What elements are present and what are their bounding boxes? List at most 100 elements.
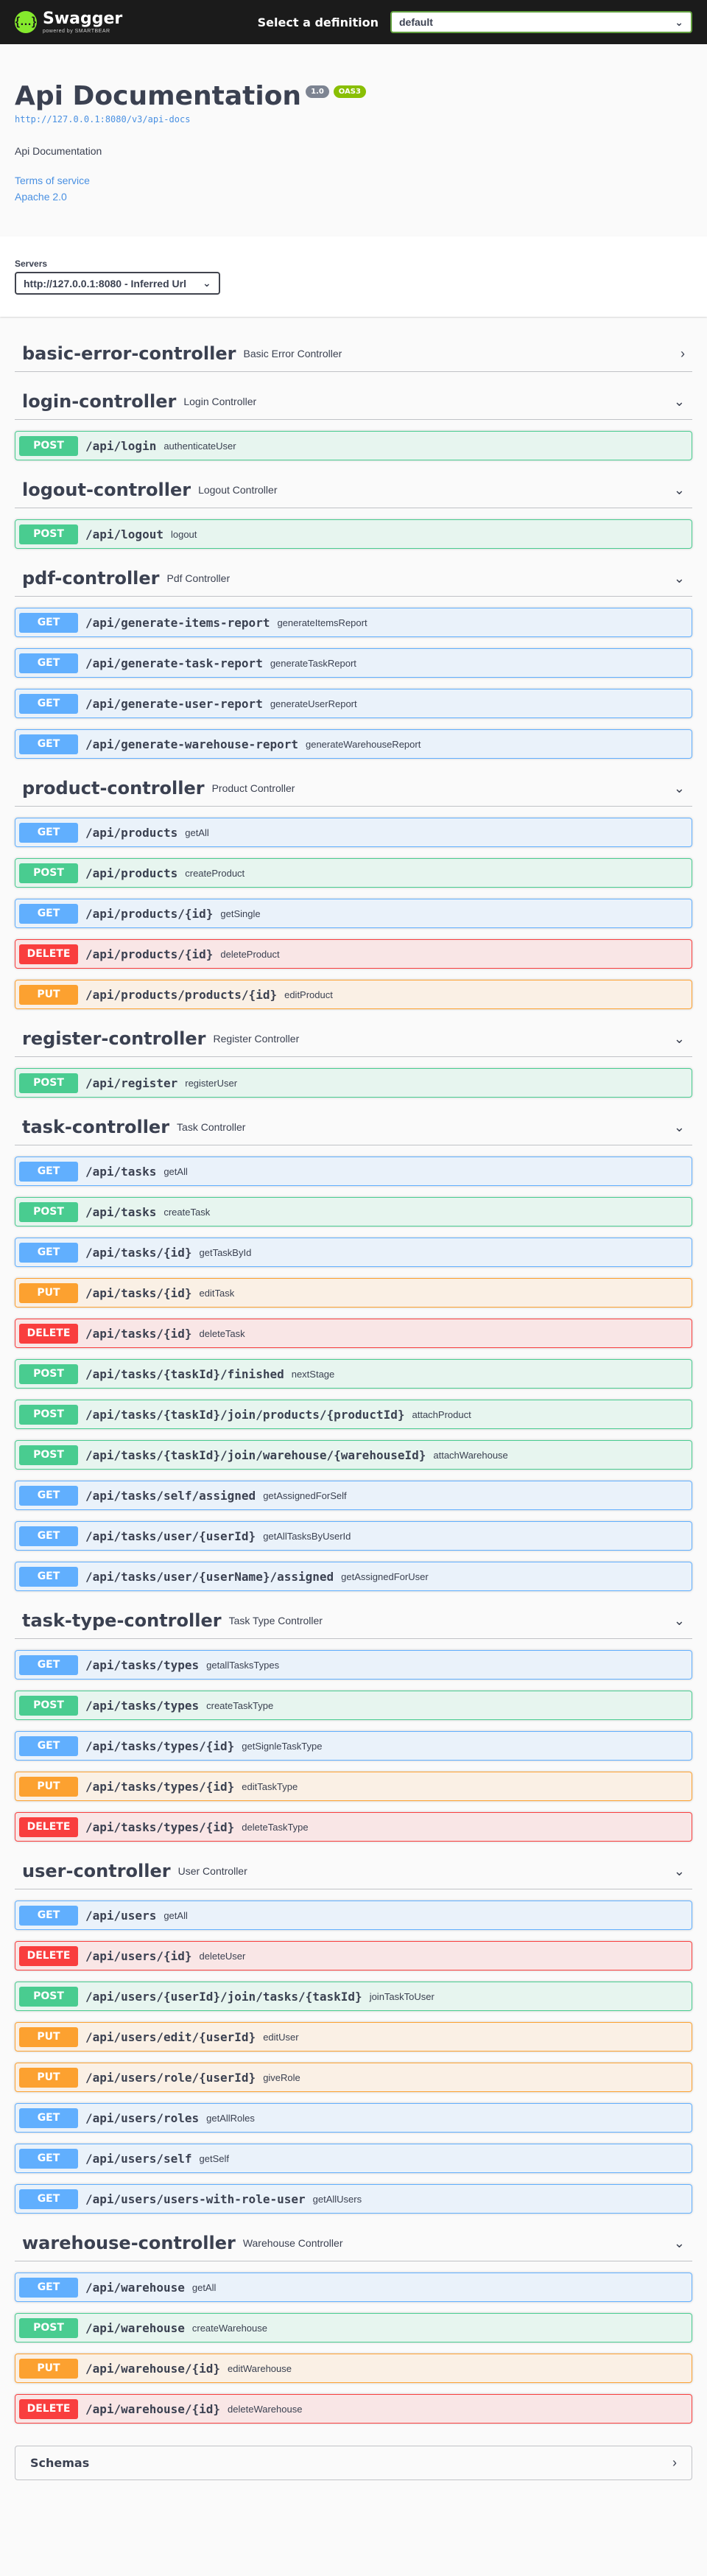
operation-path: /api/products (85, 866, 178, 880)
operation-summary: getAll (163, 1165, 188, 1177)
operation-row[interactable]: GET/api/tasks/types/{id} getSignleTaskTyp… (15, 1731, 692, 1761)
operation-row[interactable]: DELETE/api/warehouse/{id} deleteWarehouse (15, 2394, 692, 2424)
operation-summary: getAllRoles (206, 2112, 255, 2124)
tag-register-controller[interactable]: register-controller Register Controller ⌄ (15, 1021, 692, 1057)
chevron-down-icon[interactable]: ⌄ (674, 394, 685, 410)
operation-path: /api/generate-warehouse-report (85, 737, 298, 751)
operation-row[interactable]: GET/api/tasks/{id} getTaskById (15, 1238, 692, 1267)
chevron-down-icon[interactable]: ⌄ (674, 1864, 685, 1879)
chevron-down-icon[interactable]: ⌄ (674, 571, 685, 586)
operation-row[interactable]: POST/api/users/{userId}/join/tasks/{task… (15, 1982, 692, 2011)
chevron-down-icon[interactable]: ⌄ (674, 2236, 685, 2251)
operation-row[interactable]: GET/api/products/{id} getSingle (15, 899, 692, 928)
operation-row[interactable]: POST/api/tasks/types createTaskType (15, 1691, 692, 1720)
operation-row[interactable]: POST/api/register registerUser (15, 1068, 692, 1098)
chevron-down-icon[interactable]: ⌄ (674, 781, 685, 796)
swagger-logo[interactable]: {…} Swagger powered by SMARTBEAR (15, 9, 123, 34)
chevron-right-icon[interactable]: › (680, 346, 685, 362)
operation-row[interactable]: DELETE/api/products/{id} deleteProduct (15, 939, 692, 969)
operation-row[interactable]: GET/api/tasks/types getallTasksTypes (15, 1650, 692, 1680)
operation-path: /api/tasks/{taskId}/join/warehouse/{ware… (85, 1447, 426, 1462)
operation-row[interactable]: POST/api/login authenticateUser (15, 431, 692, 460)
method-badge: PUT (19, 984, 78, 1005)
tag-product-controller[interactable]: product-controller Product Controller ⌄ (15, 771, 692, 807)
method-badge: POST (19, 435, 78, 456)
method-badge: GET (19, 2189, 78, 2209)
operation-summary: getSelf (199, 2152, 229, 2164)
tag-warehouse-controller[interactable]: warehouse-controller Warehouse Controller… (15, 2225, 692, 2261)
operation-row[interactable]: GET/api/tasks getAll (15, 1157, 692, 1186)
method-badge: POST (19, 1073, 78, 1093)
operation-row[interactable]: GET/api/tasks/user/{userName}/assigned ge… (15, 1562, 692, 1591)
operation-row[interactable]: DELETE/api/tasks/{id} deleteTask (15, 1319, 692, 1348)
method-badge: GET (19, 2277, 78, 2298)
tag-task-controller[interactable]: task-controller Task Controller ⌄ (15, 1109, 692, 1145)
operation-path: /api/users (85, 1908, 157, 1923)
license-link[interactable]: Apache 2.0 (15, 191, 692, 203)
schemas-section[interactable]: Schemas › (15, 2446, 692, 2480)
operation-path: /api/tasks/{id} (85, 1285, 192, 1300)
logo-title: Swagger (43, 9, 123, 28)
operations-list: basic-error-controller Basic Error Contro… (0, 317, 707, 2495)
operation-row[interactable]: GET/api/products getAll (15, 818, 692, 847)
operation-row[interactable]: GET/api/generate-items-report generateIte… (15, 608, 692, 637)
tag-description: Login Controller (183, 396, 257, 407)
operation-row[interactable]: GET/api/users/users-with-role-user getAll… (15, 2184, 692, 2214)
tag-logout-controller[interactable]: logout-controller Logout Controller ⌄ (15, 472, 692, 508)
chevron-down-icon[interactable]: ⌄ (674, 482, 685, 498)
operation-row[interactable]: POST/api/tasks/{taskId}/join/warehouse/{… (15, 1440, 692, 1470)
tag-pdf-controller[interactable]: pdf-controller Pdf Controller ⌄ (15, 561, 692, 597)
operation-row[interactable]: PUT/api/tasks/types/{id} editTaskType (15, 1772, 692, 1801)
tag-basic-error-controller[interactable]: basic-error-controller Basic Error Contro… (15, 336, 692, 372)
tag-task-type-controller[interactable]: task-type-controller Task Type Controller… (15, 1603, 692, 1639)
terms-of-service-link[interactable]: Terms of service (15, 175, 692, 186)
operation-row[interactable]: GET/api/users getAll (15, 1901, 692, 1930)
operation-row[interactable]: PUT/api/tasks/{id} editTask (15, 1278, 692, 1308)
servers-select[interactable]: http://127.0.0.1:8080 - Inferred Url ⌄ (15, 272, 220, 295)
operation-row[interactable]: POST/api/warehouse createWarehouse (15, 2313, 692, 2342)
operation-summary: createTaskType (206, 1699, 274, 1711)
operation-row[interactable]: GET/api/warehouse getAll (15, 2273, 692, 2302)
operation-row[interactable]: POST/api/tasks/{taskId}/join/products/{p… (15, 1400, 692, 1429)
tag-description: Task Controller (177, 1121, 246, 1133)
chevron-right-icon[interactable]: › (672, 2455, 677, 2471)
operation-path: /api/tasks/{id} (85, 1326, 192, 1341)
operation-path: /api/users/self (85, 2151, 192, 2166)
operation-row[interactable]: PUT/api/warehouse/{id} editWarehouse (15, 2354, 692, 2383)
operation-row[interactable]: POST/api/logout logout (15, 519, 692, 549)
operation-row[interactable]: GET/api/generate-user-report generateUser… (15, 689, 692, 718)
operation-summary: deleteTaskType (242, 1821, 309, 1833)
operation-row[interactable]: POST/api/products createProduct (15, 858, 692, 888)
operation-row[interactable]: GET/api/tasks/user/{userId} getAllTasksBy… (15, 1521, 692, 1551)
operation-summary: attachProduct (412, 1408, 471, 1420)
operation-summary: getAssignedForSelf (263, 1489, 347, 1501)
operation-row[interactable]: PUT/api/products/products/{id} editProduc… (15, 980, 692, 1009)
operation-row[interactable]: GET/api/generate-warehouse-report generat… (15, 729, 692, 759)
operation-row[interactable]: POST/api/tasks/{taskId}/finished nextStag… (15, 1359, 692, 1389)
method-badge: GET (19, 2148, 78, 2169)
operation-row[interactable]: POST/api/tasks createTask (15, 1197, 692, 1226)
operation-row[interactable]: GET/api/generate-task-report generateTask… (15, 648, 692, 678)
operation-row[interactable]: PUT/api/users/edit/{userId} editUser (15, 2022, 692, 2052)
chevron-down-icon[interactable]: ⌄ (674, 1031, 685, 1047)
operation-row[interactable]: GET/api/users/self getSelf (15, 2144, 692, 2173)
chevron-down-icon[interactable]: ⌄ (674, 1613, 685, 1629)
operation-row[interactable]: PUT/api/users/role/{userId} giveRole (15, 2063, 692, 2092)
tag-user-controller[interactable]: user-controller User Controller ⌄ (15, 1853, 692, 1889)
operation-row[interactable]: GET/api/users/roles getAllRoles (15, 2103, 692, 2133)
operation-summary: giveRole (263, 2071, 300, 2083)
operation-row[interactable]: DELETE/api/users/{id} deleteUser (15, 1941, 692, 1970)
tag-login-controller[interactable]: login-controller Login Controller ⌄ (15, 384, 692, 420)
tag-name: task-controller (22, 1117, 170, 1137)
operation-row[interactable]: DELETE/api/tasks/types/{id} deleteTaskTyp… (15, 1812, 692, 1842)
operation-summary: getallTasksTypes (206, 1659, 280, 1671)
api-docs-link[interactable]: http://127.0.0.1:8080/v3/api-docs (15, 114, 692, 124)
chevron-down-icon[interactable]: ⌄ (674, 1120, 685, 1135)
operation-path: /api/tasks/types/{id} (85, 1779, 235, 1794)
operation-path: /api/users/users-with-role-user (85, 2191, 306, 2206)
definition-select[interactable]: default ⌄ (390, 11, 692, 33)
operation-path: /api/users/{id} (85, 1948, 192, 1963)
operation-row[interactable]: GET/api/tasks/self/assigned getAssignedFo… (15, 1481, 692, 1510)
method-badge: GET (19, 612, 78, 633)
operation-summary: deleteUser (199, 1950, 246, 1962)
